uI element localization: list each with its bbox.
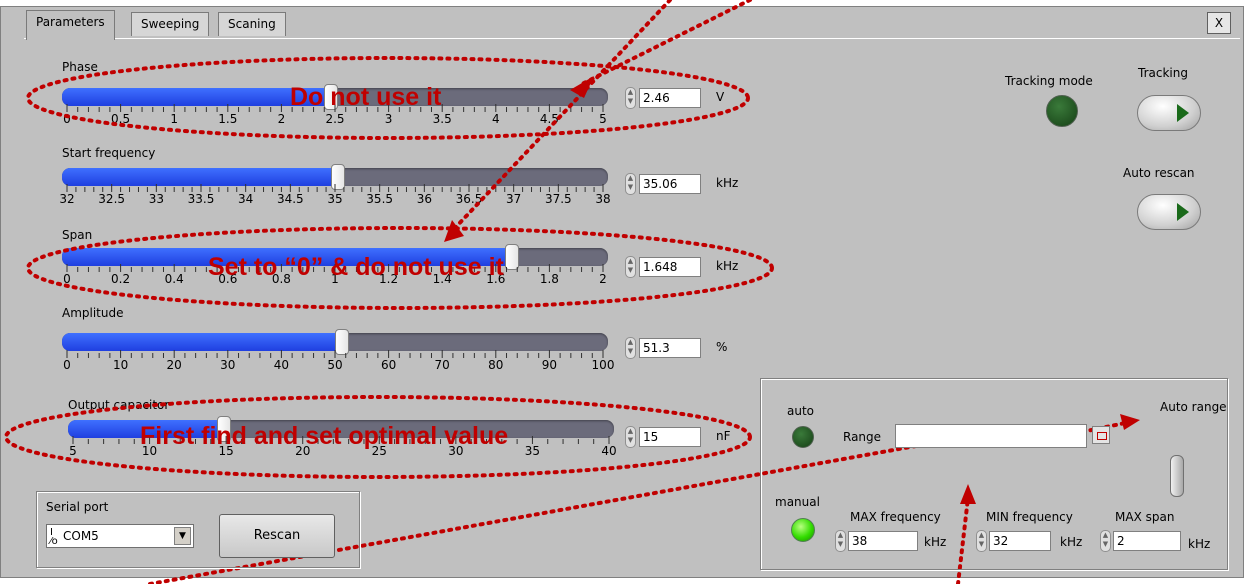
play-icon <box>1177 104 1189 122</box>
manual-led <box>791 518 815 542</box>
phase-arrowhead <box>570 76 594 98</box>
max-frequency-unit: kHz <box>924 535 947 549</box>
max-span-input[interactable]: 2 <box>1113 531 1181 551</box>
auto-led <box>792 426 814 448</box>
span-arrow-line <box>453 0 672 230</box>
io-icon: I ⁄o <box>50 527 58 547</box>
span-annotation: Set to “0” & do not use it <box>208 253 504 281</box>
tracking-toggle-button[interactable] <box>1137 95 1201 131</box>
rescan-button[interactable]: Rescan <box>219 514 335 558</box>
auto-rescan-label: Auto rescan <box>1123 166 1195 180</box>
range-display <box>895 424 1087 448</box>
tracking-mode-label: Tracking mode <box>1005 74 1093 88</box>
tab-parameters[interactable]: Parameters <box>26 10 115 40</box>
auto-range-label: Auto range <box>1160 400 1227 414</box>
max-span-spinner[interactable]: ▲ ▼ <box>1100 530 1111 552</box>
auto-rescan-toggle-button[interactable] <box>1137 194 1201 230</box>
min-frequency-unit: kHz <box>1060 535 1083 549</box>
tracking-label: Tracking <box>1138 66 1188 80</box>
manual-label: manual <box>775 495 820 509</box>
range-browse-button[interactable] <box>1092 426 1110 444</box>
max-span-unit: kHz <box>1188 537 1211 551</box>
auto-label: auto <box>787 404 815 418</box>
tracking-mode-led <box>1046 95 1078 127</box>
chevron-down-icon[interactable]: ▼ <box>174 527 191 545</box>
capacitor-annotation: First find and set optimal value <box>140 422 509 450</box>
min-frequency-label: MIN frequency <box>986 510 1073 524</box>
auto-range-switch[interactable] <box>1170 455 1184 497</box>
browse-icon <box>1097 432 1107 440</box>
range-label: Range <box>843 430 882 444</box>
max-frequency-input[interactable]: 38 <box>848 531 918 551</box>
serial-port-label: Serial port <box>46 500 109 514</box>
max-span-label: MAX span <box>1115 510 1175 524</box>
max-frequency-label: MAX frequency <box>850 510 941 524</box>
min-frequency-input[interactable]: 32 <box>989 531 1051 551</box>
serial-port-select[interactable]: I ⁄o COM5 ▼ <box>46 524 194 548</box>
play-icon <box>1177 203 1189 221</box>
serial-port-value: COM5 <box>63 529 99 543</box>
min-frequency-spinner[interactable]: ▲ ▼ <box>976 530 987 552</box>
phase-annotation: Do not use it <box>290 83 442 111</box>
max-frequency-spinner[interactable]: ▲ ▼ <box>835 530 846 552</box>
